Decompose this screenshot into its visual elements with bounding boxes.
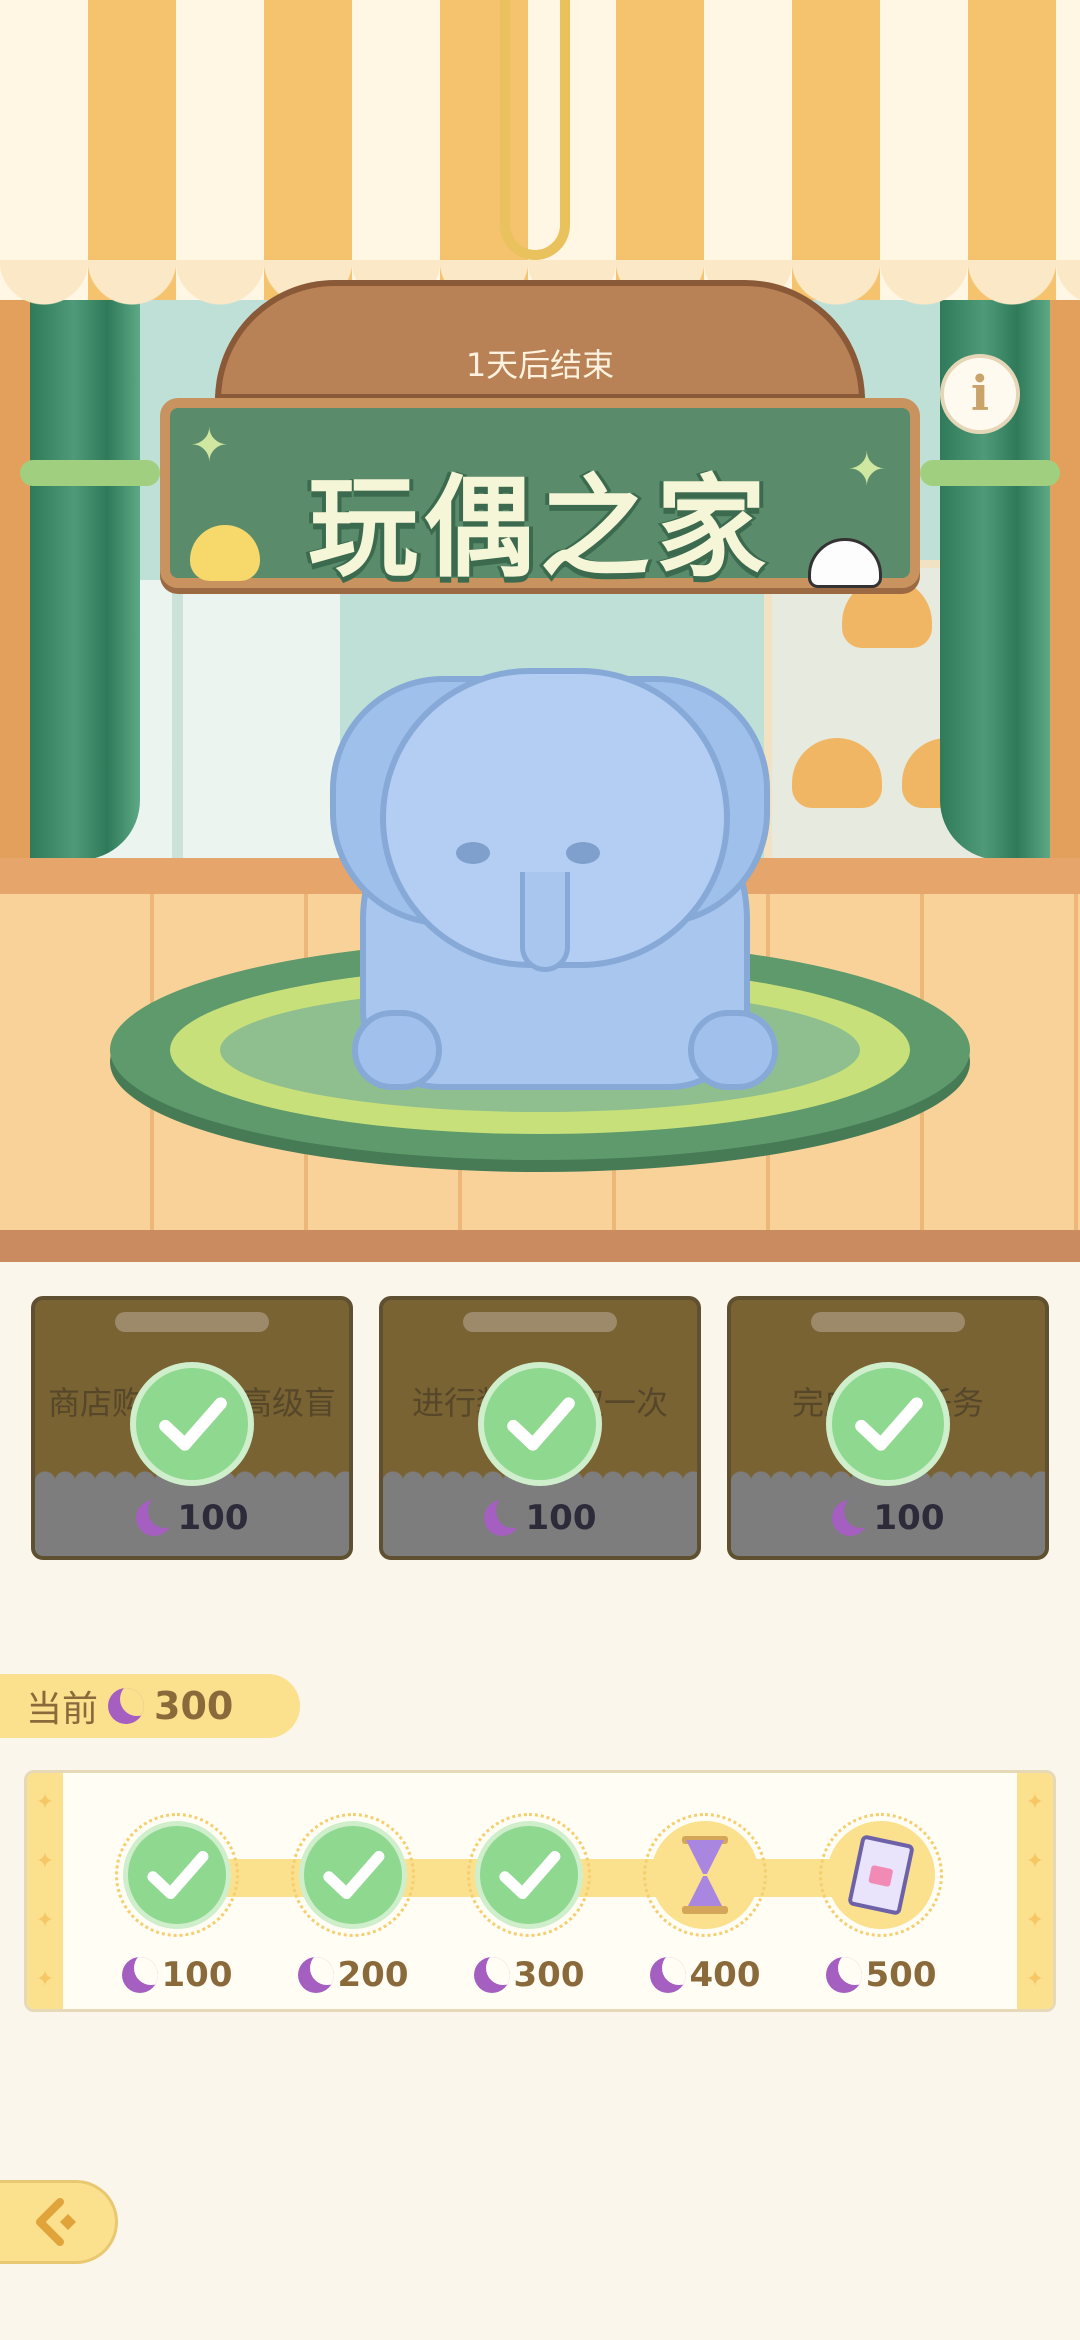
milestone-node[interactable] bbox=[819, 1813, 943, 1937]
elephant-eye bbox=[566, 842, 600, 864]
sparkle-icon: ✦ bbox=[847, 442, 886, 496]
moon-currency-icon bbox=[825, 1957, 862, 1993]
moon-currency-icon bbox=[483, 1500, 520, 1536]
ticket-icon bbox=[847, 1834, 915, 1916]
milestone-reward bbox=[827, 1821, 935, 1929]
moon-currency-icon bbox=[108, 1688, 145, 1724]
card-tab bbox=[463, 1312, 617, 1332]
milestone-value-text: 200 bbox=[337, 1955, 409, 1995]
task-reward-value: 100 bbox=[873, 1498, 945, 1538]
current-value: 300 bbox=[154, 1684, 234, 1728]
milestone-track: ✦ ✦ ✦ ✦ ✦ ✦ ✦ ✦ 100 200 300 400 500 bbox=[24, 1770, 1056, 2012]
moon-currency-icon bbox=[831, 1500, 868, 1536]
event-time-left: 1天后结束 bbox=[465, 346, 615, 384]
current-label: 当前 bbox=[26, 1689, 99, 1730]
track-side-decoration: ✦ ✦ ✦ ✦ bbox=[1017, 1773, 1053, 2009]
milestone-value-text: 100 bbox=[161, 1955, 233, 1995]
completed-check-icon bbox=[826, 1362, 950, 1486]
claimed-check-icon bbox=[475, 1821, 583, 1929]
milestone-node[interactable] bbox=[467, 1813, 591, 1937]
task-card[interactable]: 完成每日任务 100 bbox=[727, 1296, 1049, 1560]
moon-currency-icon bbox=[649, 1957, 686, 1993]
curtain-tie bbox=[20, 460, 160, 486]
info-button[interactable]: i bbox=[940, 354, 1020, 434]
elephant-foot bbox=[352, 1010, 442, 1090]
current-points: 当前 300 bbox=[0, 1674, 300, 1738]
milestone-value-text: 300 bbox=[513, 1955, 585, 1995]
track-side-decoration: ✦ ✦ ✦ ✦ bbox=[27, 1773, 63, 2009]
task-reward-value: 100 bbox=[525, 1498, 597, 1538]
task-reward: 100 bbox=[731, 1470, 1045, 1556]
back-button[interactable] bbox=[0, 2180, 118, 2264]
task-reward: 100 bbox=[383, 1470, 697, 1556]
bread-decoration bbox=[792, 738, 882, 808]
claimed-check-icon bbox=[123, 1821, 231, 1929]
elephant-trunk bbox=[520, 872, 570, 972]
completed-check-icon bbox=[130, 1362, 254, 1486]
moon-currency-icon bbox=[121, 1957, 158, 1993]
milestone-value: 300 bbox=[464, 1955, 594, 1995]
milestone-node[interactable] bbox=[643, 1813, 767, 1937]
shop-scene: 1天后结束 玩偶之家 ✦ ✦ i bbox=[0, 0, 1080, 1262]
milestone-reward bbox=[651, 1821, 759, 1929]
milestone-node[interactable] bbox=[115, 1813, 239, 1937]
task-card[interactable]: 商店购买一次高级盲盒礼券 100 bbox=[31, 1296, 353, 1560]
hourglass-icon bbox=[682, 1836, 728, 1914]
milestone-value: 200 bbox=[288, 1955, 418, 1995]
milestone-node[interactable] bbox=[291, 1813, 415, 1937]
milestone-value: 400 bbox=[640, 1955, 770, 1995]
task-reward: 100 bbox=[35, 1470, 349, 1556]
moon-currency-icon bbox=[135, 1500, 172, 1536]
event-title-sign: 玩偶之家 ✦ ✦ bbox=[160, 398, 920, 592]
milestone-value-text: 500 bbox=[865, 1955, 937, 1995]
moon-currency-icon bbox=[473, 1957, 510, 1993]
event-title: 玩偶之家 bbox=[308, 464, 772, 592]
floor-edge bbox=[0, 1230, 1080, 1262]
sign-rope bbox=[500, 0, 570, 260]
info-icon: i bbox=[970, 366, 990, 422]
moon-currency-icon bbox=[297, 1957, 334, 1993]
completed-check-icon bbox=[478, 1362, 602, 1486]
card-tab bbox=[115, 1312, 269, 1332]
claimed-check-icon bbox=[299, 1821, 407, 1929]
elephant-eye bbox=[456, 842, 490, 864]
task-reward-value: 100 bbox=[177, 1498, 249, 1538]
card-tab bbox=[811, 1312, 965, 1332]
back-arrow-icon bbox=[35, 2198, 76, 2246]
milestone-value-text: 400 bbox=[689, 1955, 761, 1995]
milestone-value: 100 bbox=[112, 1955, 242, 1995]
sparkle-icon: ✦ bbox=[190, 418, 229, 472]
curtain-tie bbox=[920, 460, 1060, 486]
task-card[interactable]: 进行装扮领取一次 100 bbox=[379, 1296, 701, 1560]
elephant-foot bbox=[688, 1010, 778, 1090]
milestone-value: 500 bbox=[816, 1955, 946, 1995]
